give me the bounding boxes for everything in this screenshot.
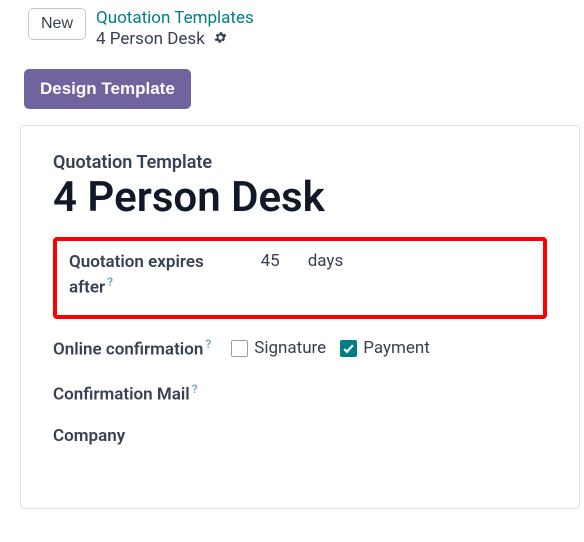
quotation-expires-unit: days [308, 251, 344, 271]
checkbox-icon [340, 340, 357, 357]
breadcrumb: Quotation Templates 4 Person Desk [96, 8, 254, 51]
help-icon[interactable]: ? [205, 337, 211, 351]
form-panel: Quotation Template 4 Person Desk Quotati… [20, 125, 580, 510]
breadcrumb-parent[interactable]: Quotation Templates [96, 8, 254, 29]
quotation-expires-value[interactable]: 45 [232, 251, 280, 271]
help-icon[interactable]: ? [192, 382, 198, 396]
confirmation-mail-row: Confirmation Mail? [53, 382, 547, 405]
breadcrumb-current: 4 Person Desk [96, 29, 205, 50]
confirmation-mail-label: Confirmation Mail? [53, 382, 198, 405]
company-row: Company [53, 426, 547, 446]
online-confirmation-label: Online confirmation? [53, 337, 211, 360]
online-confirmation-row: Online confirmation? Signature Payment [53, 337, 547, 360]
section-label: Quotation Template [53, 152, 547, 173]
company-label: Company [53, 426, 125, 446]
checkbox-icon [231, 340, 248, 357]
payment-label: Payment [363, 338, 430, 358]
quotation-expires-row: Quotation expires after? 45 days [53, 237, 547, 319]
signature-checkbox[interactable]: Signature [231, 338, 326, 358]
design-template-button[interactable]: Design Template [24, 69, 191, 109]
help-icon[interactable]: ? [107, 275, 113, 289]
quotation-expires-label: Quotation expires after? [69, 251, 204, 301]
new-button[interactable]: New [28, 8, 86, 40]
gear-icon[interactable] [213, 30, 228, 50]
payment-checkbox[interactable]: Payment [340, 338, 430, 358]
template-title[interactable]: 4 Person Desk [53, 175, 547, 221]
signature-label: Signature [254, 338, 326, 358]
